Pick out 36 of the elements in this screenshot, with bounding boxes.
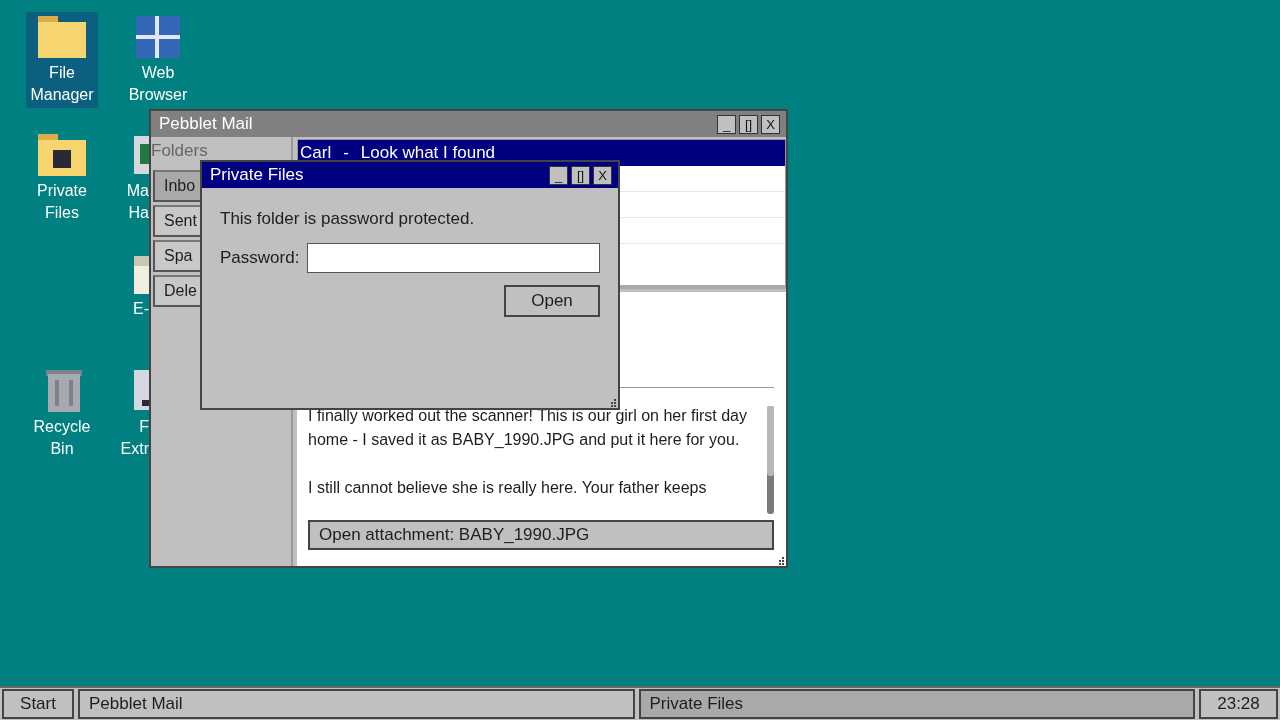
desktop-icon[interactable]: Private Files	[26, 130, 98, 226]
folders-heading: Folders	[151, 140, 209, 162]
password-field[interactable]	[307, 243, 600, 273]
open-button[interactable]: Open	[504, 285, 600, 317]
taskbar-button[interactable]: Pebblet Mail	[78, 689, 635, 719]
folder-icon	[38, 134, 86, 176]
dialog-message: This folder is password protected.	[220, 208, 476, 230]
taskbar-button[interactable]: Private Files	[638, 689, 1195, 719]
resize-grip-icon[interactable]	[611, 399, 617, 407]
scrollbar[interactable]	[767, 406, 774, 514]
icon-label: Web Browser	[128, 63, 188, 105]
window-control-button[interactable]: X	[593, 165, 612, 185]
message-paragraph: I still cannot believe she is really here. Your father keeps	[308, 478, 708, 498]
open-attachment-button[interactable]: Open attachment: BABY_1990.JPG	[308, 520, 774, 550]
desktop-icon[interactable]: Recycle Bin	[26, 366, 98, 462]
password-label: Password:	[220, 248, 300, 268]
icon-label: E-	[132, 299, 149, 319]
resize-grip-icon[interactable]	[779, 557, 785, 565]
icon-label: F Extr	[119, 417, 149, 459]
window-title: Pebblet Mail	[159, 114, 253, 134]
window-control-button[interactable]: []	[571, 165, 590, 185]
clock: 23:28	[1199, 689, 1278, 719]
icon-label: Private Files	[37, 181, 87, 223]
folder-icon	[38, 16, 86, 58]
window-grid-icon	[134, 16, 182, 58]
dialog-title: Private Files	[210, 165, 304, 185]
desktop-icon[interactable]: File Manager	[26, 12, 98, 108]
icon-label: Ma Ha	[125, 181, 149, 223]
start-button[interactable]: Start	[2, 689, 74, 719]
icon-label: File Manager	[30, 63, 94, 105]
desktop-icon[interactable]: Web Browser	[122, 12, 194, 108]
window-control-button[interactable]: X	[761, 114, 780, 134]
icon-label: Recycle Bin	[33, 417, 91, 459]
window-control-button[interactable]: _	[717, 114, 736, 134]
window-control-button[interactable]: _	[549, 165, 568, 185]
window-control-button[interactable]: []	[739, 114, 758, 134]
